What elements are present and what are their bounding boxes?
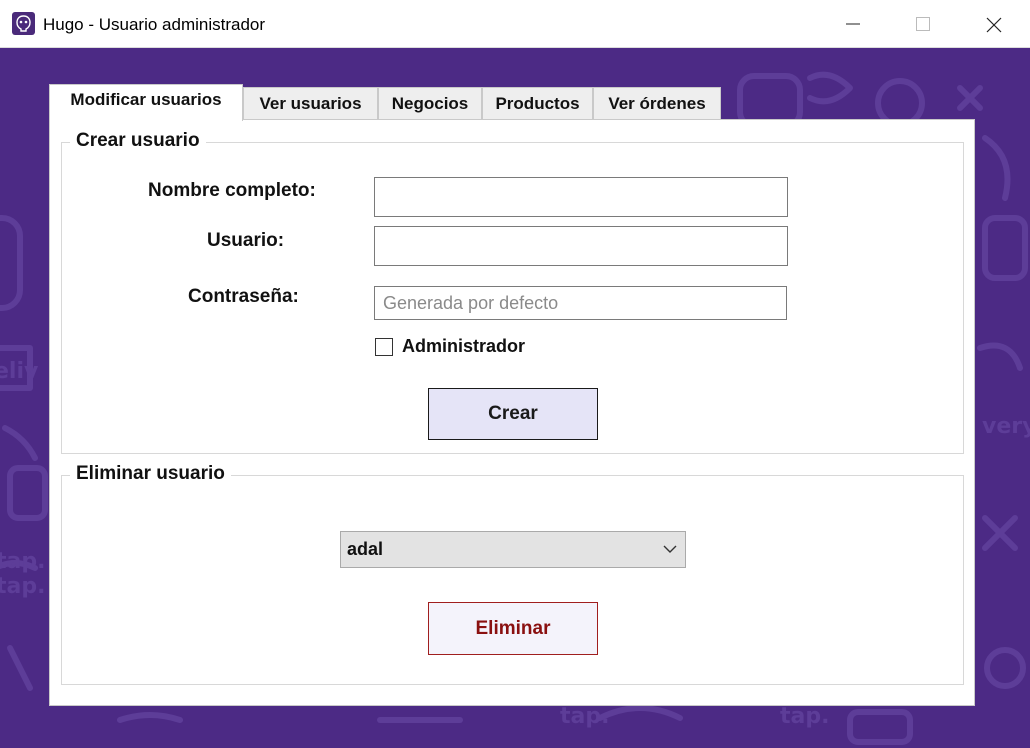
svg-text:tap.: tap. — [0, 574, 45, 599]
usuario-input[interactable] — [374, 226, 788, 266]
close-button[interactable] — [958, 0, 1028, 48]
window-title: Hugo - Usuario administrador — [43, 15, 266, 34]
svg-text:tap.: tap. — [560, 704, 609, 729]
tab-panel: Crear usuario Nombre completo: Usuario: … — [49, 119, 975, 706]
svg-text:eliv: eliv — [0, 359, 39, 384]
eliminar-usuario-legend: Eliminar usuario — [70, 463, 231, 485]
svg-text:very: very — [982, 414, 1030, 439]
usuario-label: Usuario: — [207, 230, 285, 251]
administrador-checkbox[interactable] — [375, 338, 393, 356]
svg-text:tap.: tap. — [0, 549, 45, 574]
usuario-select[interactable]: adal — [340, 531, 686, 568]
tab-negocios[interactable]: Negocios — [378, 87, 482, 121]
app-icon — [12, 12, 35, 35]
close-icon — [986, 17, 1002, 33]
chevron-down-icon — [663, 545, 677, 553]
minimize-button[interactable] — [818, 0, 888, 48]
maximize-icon — [916, 17, 930, 31]
crear-button[interactable]: Crear — [428, 388, 598, 440]
usuario-select-value: adal — [347, 539, 384, 559]
tab-productos[interactable]: Productos — [482, 87, 593, 121]
contrasena-input[interactable] — [374, 286, 787, 320]
administrador-label: Administrador — [402, 336, 526, 356]
tab-modificar-usuarios[interactable]: Modificar usuarios — [49, 84, 243, 121]
tab-ver-ordenes[interactable]: Ver órdenes — [593, 87, 721, 121]
svg-text:tap.: tap. — [780, 704, 829, 729]
tab-ver-usuarios[interactable]: Ver usuarios — [243, 87, 378, 121]
eliminar-button[interactable]: Eliminar — [428, 602, 598, 655]
nombre-completo-label: Nombre completo: — [148, 180, 316, 201]
minimize-icon — [846, 23, 860, 25]
maximize-button[interactable] — [888, 0, 958, 48]
nombre-completo-input[interactable] — [374, 177, 788, 217]
title-bar: Hugo - Usuario administrador — [0, 0, 1030, 48]
crear-usuario-legend: Crear usuario — [70, 130, 206, 152]
contrasena-label: Contraseña: — [188, 286, 299, 307]
